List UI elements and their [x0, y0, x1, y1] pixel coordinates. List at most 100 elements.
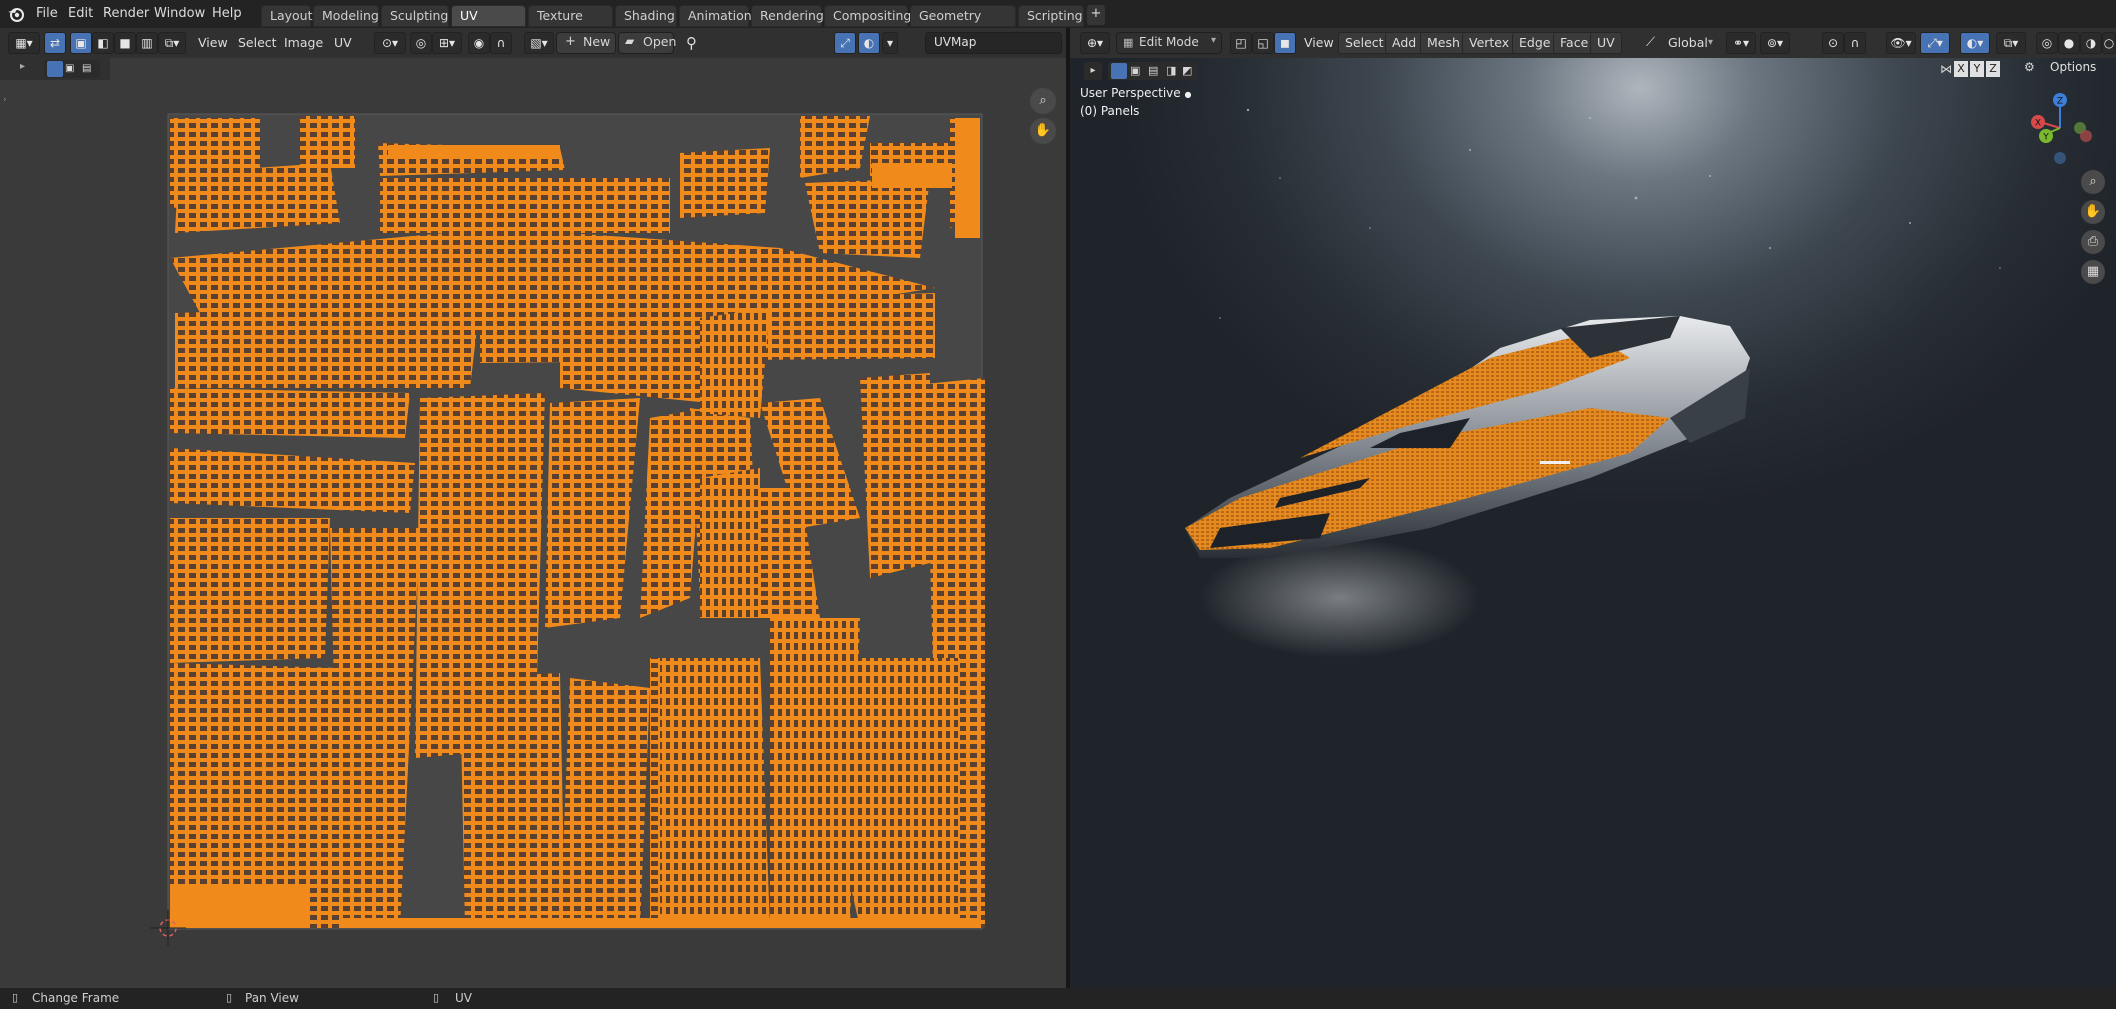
tab-rendering[interactable]: Rendering: [751, 5, 824, 27]
tab-geometry-nodes[interactable]: Geometry Nodes: [910, 5, 1016, 43]
uv-menu-select[interactable]: Select: [232, 32, 283, 54]
open-image-button[interactable]: ▰ Open: [618, 32, 677, 54]
vp-menu-add[interactable]: Add: [1385, 32, 1424, 54]
editor-type-icon[interactable]: ▦▾: [8, 32, 40, 54]
gizmo-x-label: X: [2035, 119, 2041, 129]
gizmo-z-label: Z: [2057, 97, 2063, 107]
overlay-icon[interactable]: ◐: [858, 32, 880, 54]
tab-sculpting[interactable]: Sculpting: [381, 5, 449, 27]
sticky-select-icon[interactable]: ⧉▾: [158, 32, 186, 54]
vertex-mode-icon[interactable]: ◰: [1230, 32, 1252, 54]
overlays-toggle-icon[interactable]: ◐▾: [1960, 32, 1990, 54]
snap-target-icon[interactable]: ⊞▾: [432, 32, 462, 54]
menu-help[interactable]: Help: [212, 5, 242, 23]
tab-uv-editing[interactable]: UV Editing: [451, 5, 526, 43]
proportional-icon[interactable]: ⊙: [1822, 32, 1844, 54]
vp-menu-face[interactable]: Face: [1553, 32, 1596, 54]
visibility-icon[interactable]: 👁▾: [1886, 32, 1916, 54]
plus-icon: +: [565, 34, 576, 49]
status-bar: ▯ Change Frame ▯ Pan View ▯ UV: [0, 988, 2116, 1009]
falloff-icon[interactable]: ∩: [490, 32, 512, 54]
vp-menu-uv[interactable]: UV: [1590, 32, 1622, 54]
tab-shading[interactable]: Shading: [615, 5, 677, 27]
sync-selection-icon[interactable]: ⇄: [44, 32, 66, 54]
chevron-down-icon: ▾: [1211, 35, 1217, 46]
pivot-point-icon[interactable]: ⊙▾: [374, 32, 406, 54]
vp-pan-hand-icon[interactable]: ✋: [2081, 200, 2105, 224]
edit-mode-icon: ▦: [1123, 36, 1134, 49]
uv-menu-view[interactable]: View: [192, 32, 234, 54]
mouse-middle-icon: ▯: [226, 991, 233, 1004]
open-label: Open: [643, 34, 677, 49]
gizmo-toggle-icon[interactable]: ⤢▾: [1920, 32, 1950, 54]
uv-canvas[interactable]: [0, 58, 1066, 988]
face-mode-icon[interactable]: ◼: [1274, 32, 1296, 54]
ortho-grid-icon[interactable]: ▦: [2081, 260, 2105, 284]
vp-menu-select[interactable]: Select: [1338, 32, 1391, 54]
edge-select-icon[interactable]: ◧: [92, 32, 114, 54]
falloff-curve-icon[interactable]: ∩: [1844, 32, 1866, 54]
material-shading-icon[interactable]: ◑: [2080, 32, 2102, 54]
vp-menu-edge[interactable]: Edge: [1512, 32, 1558, 54]
mouse-left-icon: ▯: [12, 991, 19, 1004]
island-select-icon[interactable]: ▥: [136, 32, 158, 54]
rendered-shading-icon[interactable]: ○: [2102, 32, 2116, 54]
proportional-edit-icon[interactable]: ◉: [468, 32, 490, 54]
vp-menu-view[interactable]: View: [1298, 32, 1340, 54]
solid-shading-icon[interactable]: ●: [2058, 32, 2080, 54]
orientation-chevron-icon[interactable]: ▾: [1702, 32, 1719, 54]
new-image-button[interactable]: + New: [556, 32, 616, 54]
pin-icon[interactable]: ⚲: [680, 32, 703, 54]
uvmap-field[interactable]: UVMap: [925, 32, 1062, 54]
add-workspace-button[interactable]: +: [1087, 5, 1105, 25]
mode-dropdown[interactable]: ▦ Edit Mode ▾: [1116, 32, 1222, 54]
face-select-icon[interactable]: ■: [114, 32, 136, 54]
viewport-editor-type-icon[interactable]: ⊕▾: [1080, 32, 1110, 54]
vp-menu-mesh[interactable]: Mesh: [1420, 32, 1467, 54]
viewport-header: ⊕▾ ▦ Edit Mode ▾ ◰ ◱ ◼ View Select Add M…: [1070, 28, 2116, 58]
gizmo-y-label: Y: [2042, 133, 2049, 143]
status-uv: UV: [455, 991, 472, 1005]
uv-menu-uv[interactable]: UV: [328, 32, 358, 54]
snap-icon[interactable]: ⊚▾: [1760, 32, 1790, 54]
edge-mode-icon[interactable]: ◱: [1252, 32, 1274, 54]
uv-editor-area[interactable]: ▸ ▣ ▤ › ⌕ ✋: [0, 58, 1066, 988]
menu-render[interactable]: Render: [103, 5, 149, 23]
menu-edit[interactable]: Edit: [68, 5, 93, 23]
pan-hand-icon[interactable]: ✋: [1030, 118, 1056, 144]
tab-modeling[interactable]: Modeling: [313, 5, 379, 27]
transform-orientation-icon[interactable]: ⟋: [1640, 32, 1661, 54]
tab-animation[interactable]: Animation: [679, 5, 752, 27]
tab-compositing[interactable]: Compositing: [824, 5, 911, 27]
vertex-select-icon[interactable]: ▣: [70, 32, 92, 54]
navigation-gizmo[interactable]: Z X Y: [2020, 88, 2100, 168]
zoom-icon[interactable]: ⌕: [1030, 88, 1056, 114]
folder-icon: ▰: [625, 34, 635, 48]
menu-window[interactable]: Window: [154, 5, 205, 23]
viewport-3d[interactable]: ▸ ▣ ▤ ◨ ◩ User Perspective ● (0) Panels …: [1070, 58, 2116, 988]
tab-texture-paint[interactable]: Texture Paint: [528, 5, 613, 43]
uv-sync-icon[interactable]: ⤢: [834, 32, 856, 54]
overlay-dropdown-icon[interactable]: ▾: [882, 32, 898, 54]
uv-editor-header: ▦▾ ⇄ ▣ ◧ ■ ▥ ⧉▾ View Select Image UV ⊙▾ …: [0, 28, 1066, 58]
pivot-icon[interactable]: ⚭▾: [1726, 32, 1756, 54]
tab-layout[interactable]: Layout: [261, 5, 313, 27]
blender-logo-icon[interactable]: [6, 4, 26, 24]
uvmap-name: UVMap: [934, 35, 977, 49]
camera-view-icon[interactable]: ⎙: [2081, 230, 2105, 254]
spaceship-model[interactable]: [1070, 58, 2116, 988]
xray-toggle-icon[interactable]: ⧉▾: [1996, 32, 2026, 54]
uv-menu-image[interactable]: Image: [278, 32, 329, 54]
menu-file[interactable]: File: [36, 5, 58, 23]
top-bar: File Edit Render Window Help Layout Mode…: [0, 0, 2116, 43]
vp-zoom-icon[interactable]: ⌕: [2081, 170, 2105, 194]
mode-label: Edit Mode: [1139, 35, 1199, 49]
new-label: New: [583, 34, 611, 49]
image-browse-icon[interactable]: ▧▾: [524, 32, 554, 54]
snap-toggle-icon[interactable]: ◎: [410, 32, 432, 54]
tab-scripting[interactable]: Scripting: [1018, 5, 1084, 27]
status-pan-view: Pan View: [245, 991, 299, 1005]
vp-menu-vertex[interactable]: Vertex: [1462, 32, 1517, 54]
wireframe-shading-icon[interactable]: ◎: [2036, 32, 2058, 54]
status-change-frame: Change Frame: [32, 991, 120, 1005]
